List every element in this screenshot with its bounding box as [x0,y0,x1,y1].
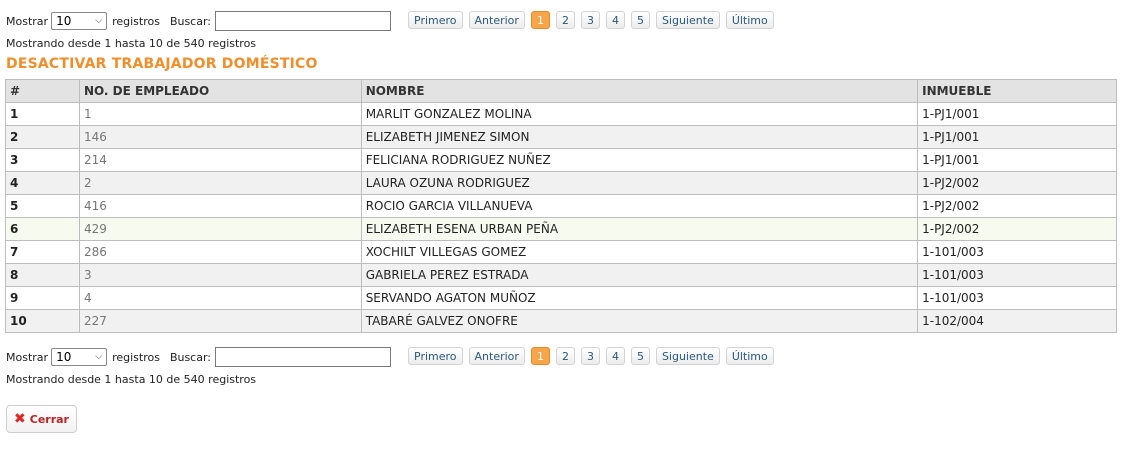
cell-employee-no[interactable]: 429 [78,217,362,241]
chevron-down-icon: ⌵ [95,352,103,362]
cell-property: 1-101/003 [917,286,1117,310]
cell-index: 8 [5,263,80,287]
page-5-button[interactable]: 5 [630,347,650,365]
cell-index: 7 [5,240,80,264]
page-length-value: 10 [56,14,72,28]
column-header-name[interactable]: NOMBRE [360,79,919,103]
cell-name: FELICIANA RODRIGUEZ NUÑEZ [360,148,919,172]
cell-property: 1-102/004 [917,309,1117,333]
table-row-hovered[interactable]: 6 429 ELIZABETH ESENA URBAN PEÑA 1-PJ2/0… [5,217,1117,241]
page-1-button[interactable]: 1 [530,11,550,29]
cell-property: 1-PJ1/001 [917,102,1117,126]
length-search-controls-bottom: Mostrar 10 ⌵ registros Buscar: [6,346,392,368]
cell-name: ROCIO GARCIA VILLANUEVA [360,194,919,218]
table-row[interactable]: 5 416 ROCIO GARCIA VILLANUEVA 1-PJ2/002 [5,194,1117,218]
table-row[interactable]: 2 146 ELIZABETH JIMENEZ SIMON 1-PJ1/001 [5,125,1117,149]
page-3-button[interactable]: 3 [580,347,600,365]
cell-index: 1 [5,102,80,126]
cell-name: SERVANDO AGATON MUÑOZ [360,286,919,310]
table-row[interactable]: 4 2 LAURA OZUNA RODRIGUEZ 1-PJ2/002 [5,171,1117,195]
cell-employee-no[interactable]: 3 [78,263,362,287]
next-page-button[interactable]: Siguiente [655,347,720,365]
column-header-employee-no[interactable]: NO. DE EMPLEADO [78,79,362,103]
table-row[interactable]: 7 286 XOCHILT VILLEGAS GOMEZ 1-101/003 [5,240,1117,264]
cell-index: 3 [5,148,80,172]
search-label: Buscar: [169,350,212,364]
table-row[interactable]: 3 214 FELICIANA RODRIGUEZ NUÑEZ 1-PJ1/00… [5,148,1117,172]
table-row[interactable]: 10 227 TABARÉ GALVEZ ONOFRE 1-102/004 [5,309,1117,333]
table-row[interactable]: 9 4 SERVANDO AGATON MUÑOZ 1-101/003 [5,286,1117,310]
cell-name: ELIZABETH JIMENEZ SIMON [360,125,919,149]
cell-name: TABARÉ GALVEZ ONOFRE [360,309,919,333]
cell-employee-no[interactable]: 286 [78,240,362,264]
page-4-button[interactable]: 4 [605,11,625,29]
cell-employee-no[interactable]: 1 [78,102,362,126]
page-3-button[interactable]: 3 [580,11,600,29]
search-input[interactable] [215,347,392,367]
page-title: DESACTIVAR TRABAJADOR DOMÉSTICO [6,56,318,72]
records-info-top: Mostrando desde 1 hasta 10 de 540 regist… [6,37,257,50]
cell-property: 1-PJ2/002 [917,194,1117,218]
cell-index: 10 [5,309,80,333]
cell-employee-no[interactable]: 2 [78,171,362,195]
cell-property: 1-PJ1/001 [917,125,1117,149]
column-header-property[interactable]: INMUEBLE [917,79,1117,103]
column-header-index[interactable]: # [5,79,80,103]
cell-name: LAURA OZUNA RODRIGUEZ [360,171,919,195]
cell-index: 5 [5,194,80,218]
pagination-top: Primero Anterior 1 2 3 4 5 Siguiente Últ… [408,11,780,29]
first-page-button[interactable]: Primero [408,347,463,365]
cell-property: 1-101/003 [917,240,1117,264]
workers-table: # NO. DE EMPLEADO NOMBRE INMUEBLE 1 1 MA… [5,79,1117,333]
records-label: registros [112,350,160,364]
next-page-button[interactable]: Siguiente [655,11,720,29]
records-info-bottom: Mostrando desde 1 hasta 10 de 540 regist… [6,373,257,386]
cell-property: 1-101/003 [917,263,1117,287]
pagination-bottom: Primero Anterior 1 2 3 4 5 Siguiente Últ… [408,347,780,365]
close-button-label: Cerrar [29,412,69,426]
page-4-button[interactable]: 4 [605,347,625,365]
cell-property: 1-PJ2/002 [917,171,1117,195]
chevron-down-icon: ⌵ [95,16,103,26]
cell-name: GABRIELA PEREZ ESTRADA [360,263,919,287]
cell-name: MARLIT GONZALEZ MOLINA [360,102,919,126]
show-label: Mostrar [6,350,49,364]
page-2-button[interactable]: 2 [555,347,575,365]
page-length-select[interactable]: 10 ⌵ [51,12,108,30]
table-row[interactable]: 8 3 GABRIELA PEREZ ESTRADA 1-101/003 [5,263,1117,287]
records-label: registros [112,14,160,28]
search-label: Buscar: [169,14,212,28]
page-length-value: 10 [56,350,72,364]
table-row[interactable]: 1 1 MARLIT GONZALEZ MOLINA 1-PJ1/001 [5,102,1117,126]
page-5-button[interactable]: 5 [630,11,650,29]
cell-employee-no[interactable]: 214 [78,148,362,172]
table-header-row: # NO. DE EMPLEADO NOMBRE INMUEBLE [5,79,1117,103]
previous-page-button[interactable]: Anterior [468,11,525,29]
cell-employee-no[interactable]: 227 [78,309,362,333]
cell-index: 6 [5,217,80,241]
last-page-button[interactable]: Último [725,11,774,29]
cell-name: ELIZABETH ESENA URBAN PEÑA [360,217,919,241]
cell-index: 9 [5,286,80,310]
page-1-button[interactable]: 1 [530,347,550,365]
page-2-button[interactable]: 2 [555,11,575,29]
search-input[interactable] [215,11,392,31]
cell-index: 4 [5,171,80,195]
last-page-button[interactable]: Último [725,347,774,365]
length-search-controls-top: Mostrar 10 ⌵ registros Buscar: [6,10,392,32]
page-length-select[interactable]: 10 ⌵ [51,348,108,366]
cell-name: XOCHILT VILLEGAS GOMEZ [360,240,919,264]
cell-employee-no[interactable]: 4 [78,286,362,310]
previous-page-button[interactable]: Anterior [468,347,525,365]
cell-employee-no[interactable]: 416 [78,194,362,218]
first-page-button[interactable]: Primero [408,11,463,29]
cell-employee-no[interactable]: 146 [78,125,362,149]
cell-property: 1-PJ2/002 [917,217,1117,241]
close-button[interactable]: ✖ Cerrar [6,405,77,433]
show-label: Mostrar [6,14,49,28]
cell-index: 2 [5,125,80,149]
close-icon: ✖ [14,411,26,427]
cell-property: 1-PJ1/001 [917,148,1117,172]
